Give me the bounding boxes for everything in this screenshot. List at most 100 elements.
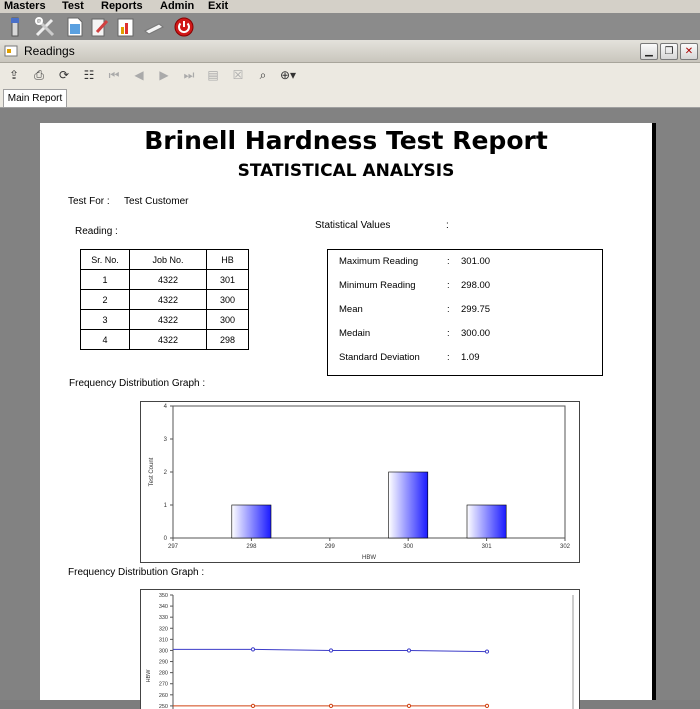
power-icon[interactable] xyxy=(173,16,195,38)
first-page-icon[interactable]: ⏮ xyxy=(106,68,122,82)
stat-value: 299.75 xyxy=(461,304,490,315)
x-tick-label: 300 xyxy=(403,544,414,550)
stat-label: Mean xyxy=(339,304,449,315)
refresh-icon[interactable]: ⟳ xyxy=(56,68,72,82)
report-chart-icon[interactable] xyxy=(115,16,137,38)
series-point xyxy=(251,648,254,651)
x-tick-label: 297 xyxy=(168,544,179,550)
stat-label: Standard Deviation xyxy=(339,352,449,363)
y-tick-label: 280 xyxy=(159,671,168,677)
menu-masters[interactable]: Masters xyxy=(4,0,46,13)
info-icon[interactable] xyxy=(4,16,26,38)
window-app-icon xyxy=(4,44,18,58)
stat-value: 301.00 xyxy=(461,256,490,267)
report-subtitle: STATISTICAL ANALYSIS xyxy=(40,161,652,181)
stat-colon: : xyxy=(447,304,450,315)
window-titlebar: Readings ▁ ❐ ✕ xyxy=(0,40,700,63)
cell: 4322 xyxy=(130,290,207,310)
tools-icon[interactable] xyxy=(34,16,56,38)
y-tick-label: 330 xyxy=(159,615,168,621)
y-tick-label: 290 xyxy=(159,660,168,666)
frequency-line-chart: 240250260270280290300310320330340350HBW xyxy=(140,589,580,709)
statistical-values-colon: : xyxy=(446,220,449,231)
eraser-icon[interactable] xyxy=(143,16,165,38)
report-toolbar: ⇪ ⎙ ⟳ ☷ ⏮ ◀ ▶ ⏭ ▤ ☒ ⌕ ⊕▾ xyxy=(0,63,700,87)
stat-colon: : xyxy=(447,328,450,339)
stat-colon: : xyxy=(447,256,450,267)
stat-value: 300.00 xyxy=(461,328,490,339)
series-point xyxy=(407,704,410,707)
y-tick-label: 340 xyxy=(159,604,168,610)
table-row: 34322300 xyxy=(81,310,249,330)
cell: 300 xyxy=(207,290,249,310)
export-icon[interactable]: ⇪ xyxy=(6,68,22,82)
stat-label: Medain xyxy=(339,328,449,339)
y-axis-label: HBW xyxy=(146,669,152,683)
find-icon[interactable]: ⌕ xyxy=(255,68,271,82)
readings-table: Sr. No. Job No. HB 14322301 24322300 343… xyxy=(80,249,249,350)
test-for-label: Test For : xyxy=(68,196,110,207)
stop-icon[interactable]: ☒ xyxy=(230,68,246,82)
y-tick-label: 350 xyxy=(159,593,168,599)
stat-label: Maximum Reading xyxy=(339,256,449,267)
series-point xyxy=(251,704,254,707)
y-tick-label: 260 xyxy=(159,693,168,699)
x-axis-label: HBW xyxy=(362,555,376,561)
bar xyxy=(467,505,506,538)
table-row: 44322298 xyxy=(81,330,249,350)
y-tick-label: 310 xyxy=(159,637,168,643)
cell: 2 xyxy=(81,290,130,310)
series-point xyxy=(485,704,488,707)
y-tick-label: 300 xyxy=(159,648,168,654)
table-row: 24322300 xyxy=(81,290,249,310)
stat-label: Minimum Reading xyxy=(339,280,449,291)
series-point xyxy=(407,649,410,652)
zoom-icon[interactable]: ⊕▾ xyxy=(280,68,296,82)
menu-exit[interactable]: Exit xyxy=(208,0,228,13)
x-tick-label: 298 xyxy=(246,544,257,550)
cell: 4322 xyxy=(130,310,207,330)
stat-colon: : xyxy=(447,352,450,363)
header-job-no: Job No. xyxy=(130,250,207,270)
document-icon[interactable] xyxy=(64,16,86,38)
edit-document-icon[interactable] xyxy=(89,16,111,38)
group-tree-icon[interactable]: ☷ xyxy=(81,68,97,82)
menu-reports[interactable]: Reports xyxy=(101,0,143,13)
report-title: Brinell Hardness Test Report xyxy=(40,126,652,155)
report-page: Brinell Hardness Test Report STATISTICAL… xyxy=(40,123,656,700)
cell: 3 xyxy=(81,310,130,330)
close-button[interactable]: ✕ xyxy=(680,43,698,60)
tab-main-report[interactable]: Main Report xyxy=(3,89,67,107)
y-tick-label: 320 xyxy=(159,626,168,632)
series-point xyxy=(329,704,332,707)
x-tick-label: 299 xyxy=(325,544,336,550)
x-tick-label: 302 xyxy=(560,544,571,550)
previous-page-icon[interactable]: ◀ xyxy=(131,68,147,82)
statistics-box: Maximum Reading:301.00 Minimum Reading:2… xyxy=(327,249,603,376)
cell: 298 xyxy=(207,330,249,350)
cell: 4 xyxy=(81,330,130,350)
frequency-graph-label-2: Frequency Distribution Graph : xyxy=(68,567,204,578)
header-sr-no: Sr. No. xyxy=(81,250,130,270)
menu-test[interactable]: Test xyxy=(62,0,84,13)
next-page-icon[interactable]: ▶ xyxy=(156,68,172,82)
stat-colon: : xyxy=(447,280,450,291)
series-point xyxy=(329,649,332,652)
y-tick-label: 250 xyxy=(159,704,168,709)
header-hb: HB xyxy=(207,250,249,270)
maximize-button[interactable]: ❐ xyxy=(660,43,678,60)
window-title: Readings xyxy=(24,44,75,58)
goto-page-icon[interactable]: ▤ xyxy=(205,68,221,82)
last-page-icon[interactable]: ⏭ xyxy=(181,68,197,82)
cell: 1 xyxy=(81,270,130,290)
cell: 4322 xyxy=(130,330,207,350)
table-header-row: Sr. No. Job No. HB xyxy=(81,250,249,270)
y-tick-label: 270 xyxy=(159,682,168,688)
bar xyxy=(232,505,271,538)
menu-bar: Masters Test Reports Admin Exit xyxy=(0,0,700,13)
cell: 4322 xyxy=(130,270,207,290)
series-point xyxy=(485,650,488,653)
print-icon[interactable]: ⎙ xyxy=(31,68,47,82)
menu-admin[interactable]: Admin xyxy=(160,0,194,13)
minimize-button[interactable]: ▁ xyxy=(640,43,658,60)
